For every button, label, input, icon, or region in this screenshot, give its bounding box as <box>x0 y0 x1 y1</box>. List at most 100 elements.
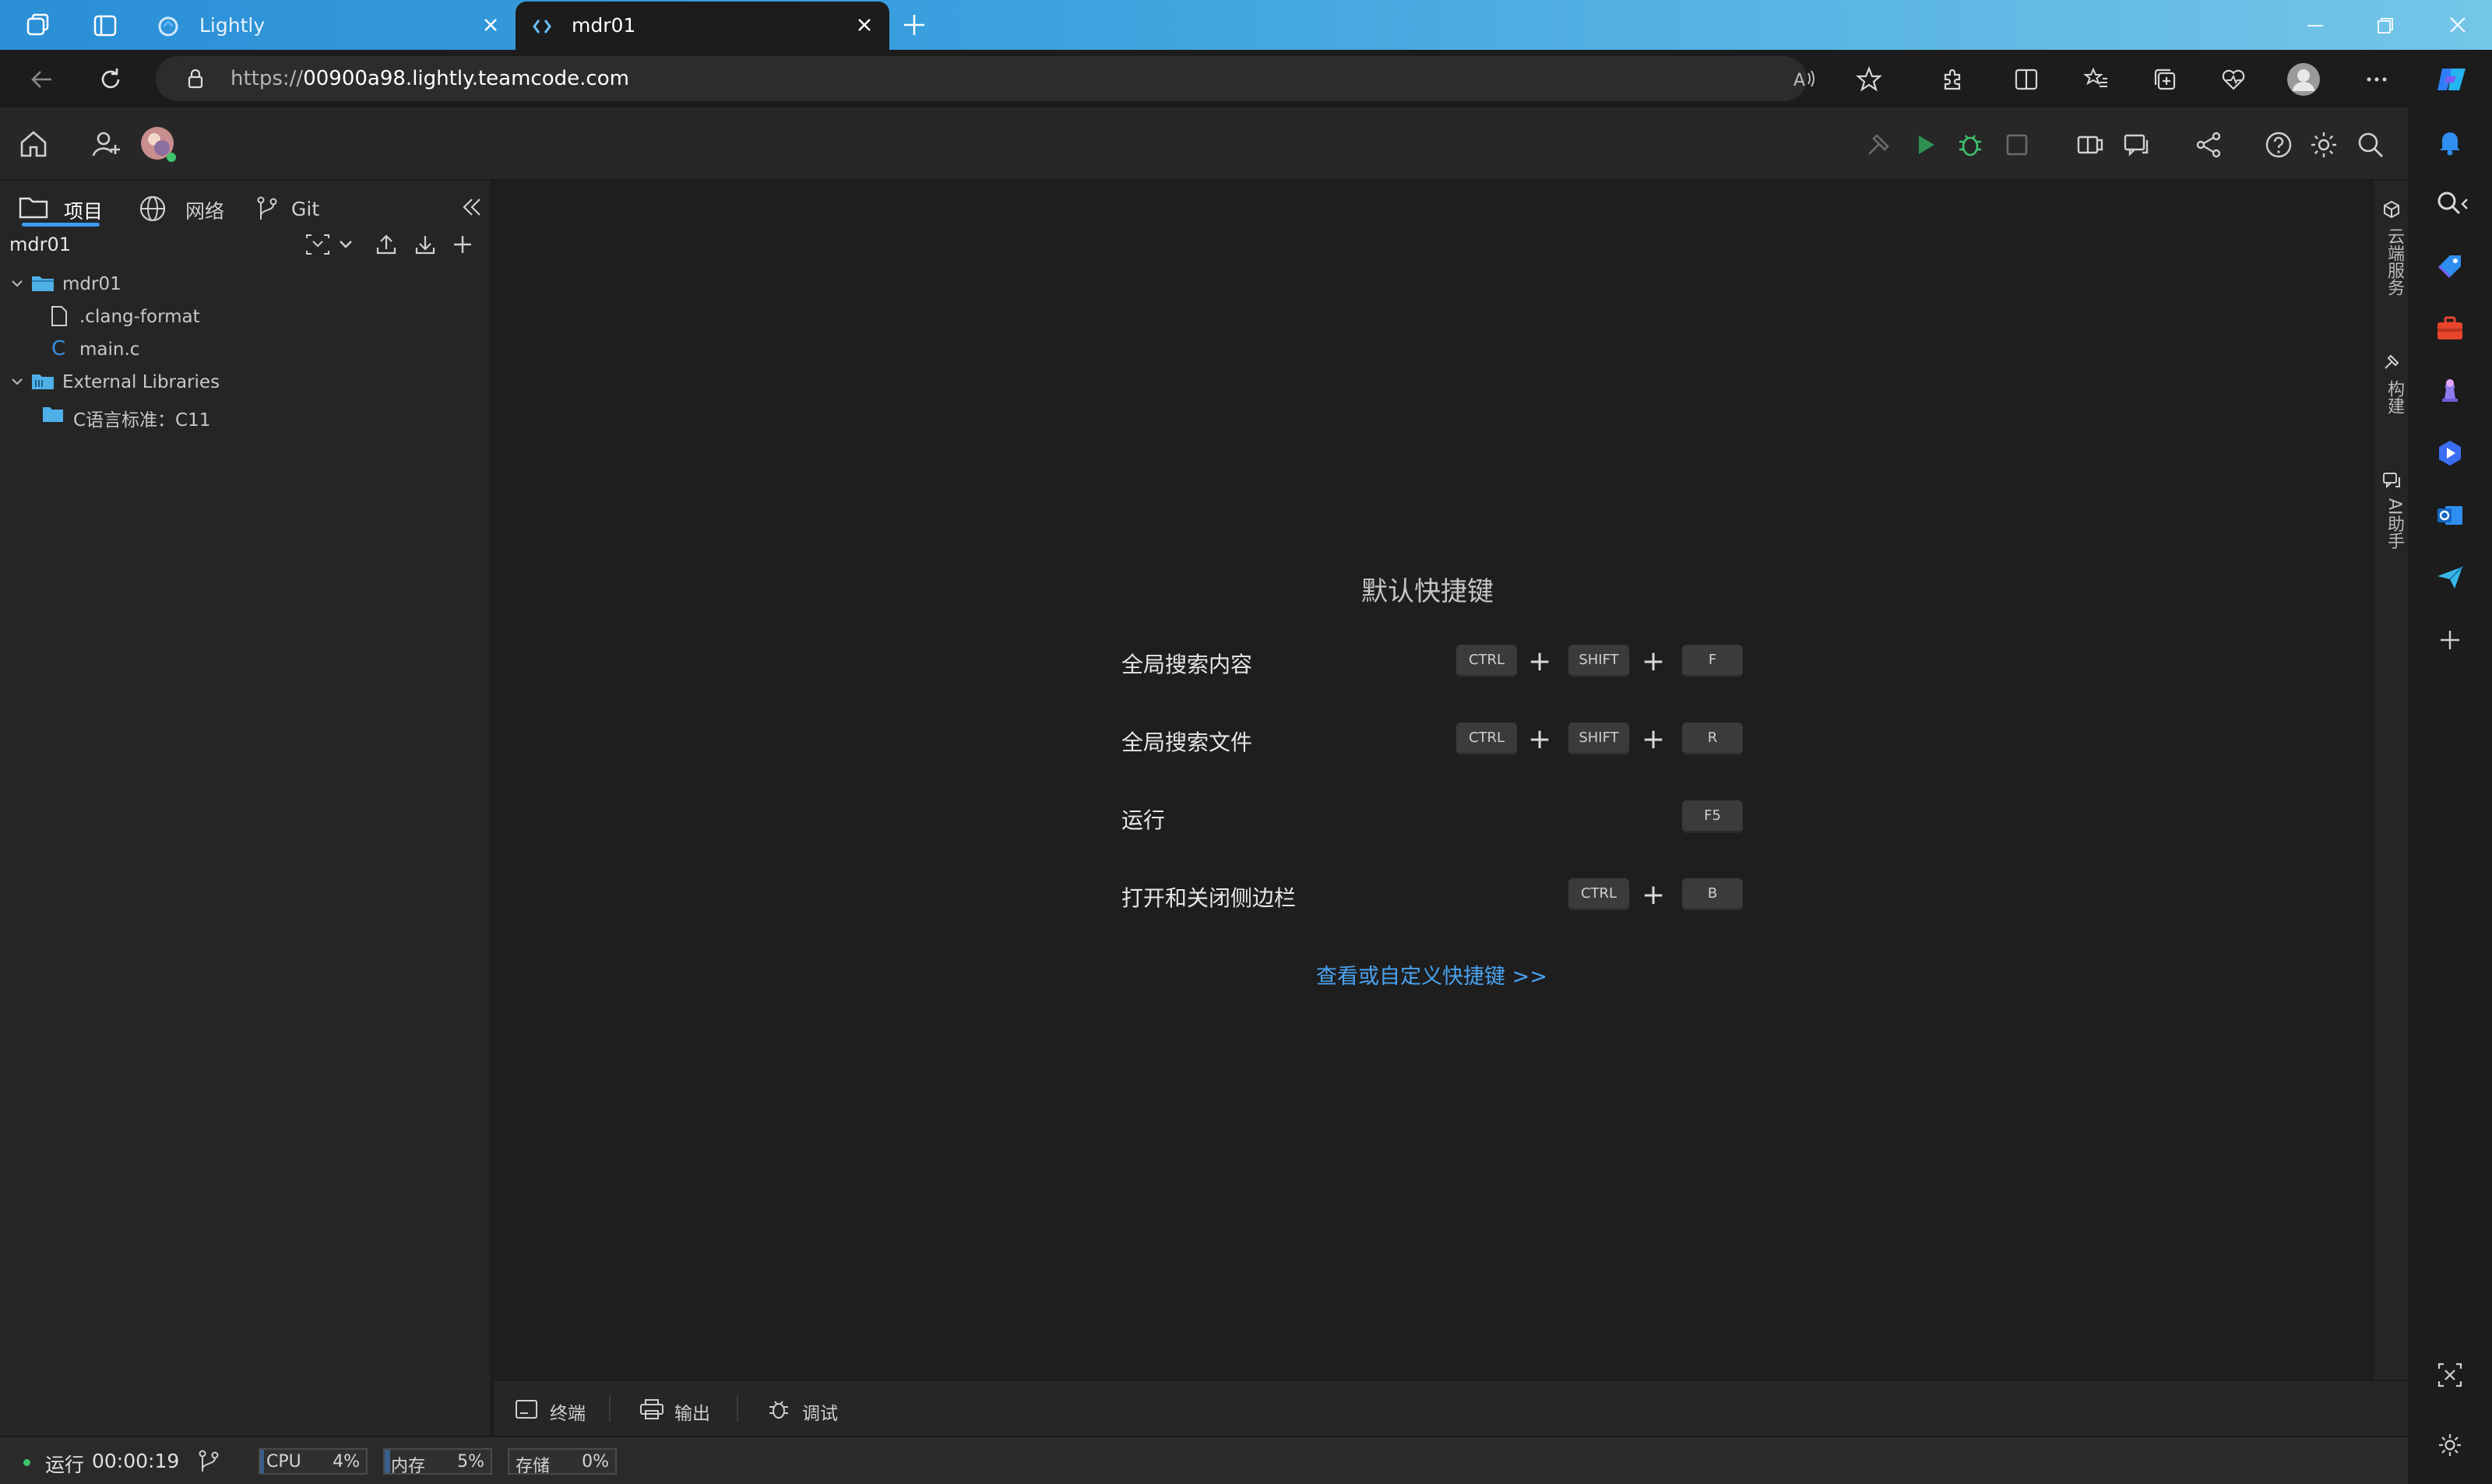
build-hammer-icon[interactable] <box>1863 129 1894 160</box>
storage-label: 存储 <box>516 1457 551 1476</box>
tree-folder-external-libraries[interactable]: External Libraries <box>0 366 491 397</box>
tab-label: 调试 <box>802 1404 838 1424</box>
chevron-down-icon <box>9 374 25 389</box>
tab-git[interactable]: Git <box>254 188 332 226</box>
share-icon[interactable] <box>2193 129 2224 160</box>
git-branch-icon[interactable] <box>196 1448 221 1473</box>
user-avatar[interactable] <box>140 126 178 164</box>
ai-assistant-tab[interactable]: AI助手 <box>2378 470 2405 587</box>
tools-briefcase-icon[interactable] <box>2434 313 2466 344</box>
extensions-icon[interactable] <box>1939 65 1967 93</box>
copilot-icon[interactable] <box>2433 61 2470 98</box>
run-play-icon[interactable] <box>1909 129 1941 160</box>
build-tab[interactable]: 构建 <box>2378 352 2405 445</box>
help-icon[interactable] <box>2263 129 2294 160</box>
close-tab-icon[interactable] <box>855 16 874 34</box>
browser-address-bar: https://00900a98.lightly.teamcode.com A <box>0 50 2492 107</box>
search-icon[interactable] <box>2355 129 2386 160</box>
browser-tab-bar: Lightly mdr01 <box>0 0 2492 50</box>
send-icon[interactable] <box>2434 562 2466 593</box>
storage-meter: 存储 0% <box>508 1448 617 1476</box>
preview-panel-icon[interactable] <box>2075 129 2106 160</box>
back-icon[interactable] <box>28 65 56 93</box>
cloud-services-tab[interactable]: 云端服务 <box>2378 199 2405 316</box>
tab-actions-icon[interactable] <box>92 12 118 39</box>
shortcuts-title: 默认快捷键 <box>1361 576 1494 607</box>
search-icon[interactable] <box>2434 188 2469 220</box>
chevron-down-icon[interactable] <box>336 235 355 254</box>
c-file-icon: C <box>50 336 69 358</box>
shortcut-label: 运行 <box>1121 807 1166 833</box>
tab-debug[interactable]: 调试 <box>766 1394 852 1425</box>
workspaces-icon[interactable] <box>25 12 51 39</box>
games-chess-icon[interactable] <box>2434 375 2466 406</box>
tab-terminal[interactable]: 终端 <box>514 1394 600 1425</box>
status-bar: 运行 00:00:19 CPU 4% 内存 5% 存储 0% <box>0 1436 2408 1484</box>
lightly-logo-icon <box>157 16 179 37</box>
shopping-tag-icon[interactable] <box>2434 251 2466 282</box>
focus-file-icon[interactable] <box>302 232 333 257</box>
add-user-icon[interactable] <box>90 128 123 160</box>
close-window-icon[interactable] <box>2445 12 2470 37</box>
add-file-icon[interactable] <box>450 232 475 257</box>
tree-folder-mdr01[interactable]: mdr01 <box>0 268 491 299</box>
tree-file-main-c[interactable]: C main.c <box>0 333 491 364</box>
collections-icon[interactable] <box>2151 65 2179 93</box>
library-folder-icon <box>31 372 55 391</box>
more-options-icon[interactable] <box>2363 65 2391 93</box>
copilot-app-icon[interactable] <box>2434 438 2466 469</box>
running-indicator <box>23 1459 30 1466</box>
browser-tab-lightly[interactable]: Lightly <box>146 2 512 50</box>
divider <box>737 1395 738 1422</box>
browser-tab-mdr01[interactable]: mdr01 <box>516 2 889 50</box>
key-f5: F5 <box>1682 800 1743 833</box>
lightly-logo-icon <box>531 16 553 37</box>
key-ctrl: CTRL <box>1456 723 1517 755</box>
tab-title: mdr01 <box>572 14 636 37</box>
build-label: 构建 <box>2385 380 2404 414</box>
plus-icon: + <box>1642 879 1666 911</box>
cpu-label: CPU <box>266 1452 301 1472</box>
close-tab-icon[interactable] <box>481 16 500 34</box>
tree-item-c-standard[interactable]: C语言标准：C11 <box>0 399 491 431</box>
terminal-icon <box>514 1397 539 1422</box>
sidebar-settings-icon[interactable] <box>2436 1431 2464 1459</box>
favorites-icon[interactable] <box>2082 65 2110 93</box>
screenshot-capture-icon[interactable] <box>2436 1361 2464 1389</box>
notification-bell-icon[interactable] <box>2434 126 2466 157</box>
comments-icon[interactable] <box>2121 129 2152 160</box>
minimize-icon[interactable] <box>2304 14 2327 37</box>
tab-label: 终端 <box>550 1404 586 1424</box>
settings-gear-icon[interactable] <box>2308 129 2339 160</box>
read-aloud-icon[interactable]: A <box>1791 65 1818 92</box>
add-sidebar-app-icon[interactable] <box>2436 626 2464 654</box>
tab-output[interactable]: 输出 <box>639 1394 724 1425</box>
tab-project[interactable]: 项目 <box>16 188 103 227</box>
customize-shortcuts-link[interactable]: 查看或自定义快捷键 >> <box>1316 959 1547 990</box>
profile-avatar[interactable] <box>2286 62 2321 97</box>
chevron-down-icon <box>9 276 25 291</box>
download-icon[interactable] <box>413 232 438 257</box>
upload-icon[interactable] <box>374 232 399 257</box>
stop-icon[interactable] <box>2001 129 2033 160</box>
tree-file-clang-format[interactable]: .clang-format <box>0 301 491 332</box>
tree-label: main.c <box>79 339 140 360</box>
split-screen-icon[interactable] <box>2012 65 2040 93</box>
refresh-icon[interactable] <box>97 65 125 93</box>
plus-icon: + <box>1528 645 1552 677</box>
debug-bug-icon[interactable] <box>1955 129 1986 160</box>
tab-network[interactable]: 网络 <box>139 188 232 226</box>
url-field[interactable]: https://00900a98.lightly.teamcode.com A <box>156 56 1814 101</box>
outlook-icon[interactable] <box>2434 500 2466 531</box>
tree-label: .clang-format <box>79 307 200 327</box>
key-ctrl: CTRL <box>1568 878 1629 911</box>
home-icon[interactable] <box>17 128 50 160</box>
restore-icon[interactable] <box>2374 14 2397 37</box>
new-tab-icon[interactable] <box>900 11 928 39</box>
run-status-label: 运行 <box>45 1454 85 1476</box>
favorite-star-icon[interactable] <box>1855 65 1883 93</box>
hammer-icon <box>2381 352 2402 372</box>
collapse-sidebar-icon[interactable] <box>459 195 484 220</box>
performance-icon[interactable] <box>2219 65 2247 93</box>
plus-icon: + <box>1528 723 1552 755</box>
